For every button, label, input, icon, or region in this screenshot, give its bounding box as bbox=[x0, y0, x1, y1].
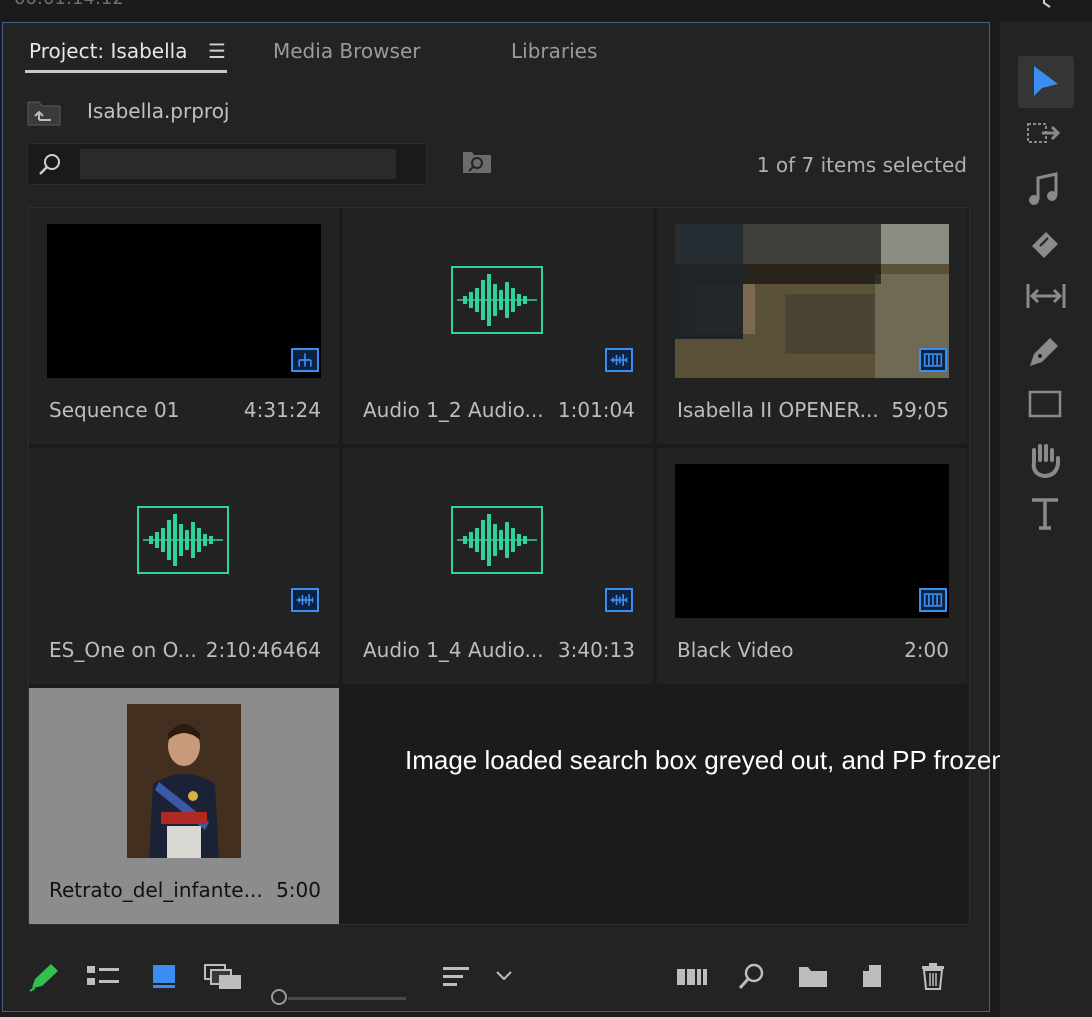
audio-badge-icon bbox=[605, 348, 633, 372]
item-name: Audio 1_2 Audio... bbox=[363, 398, 544, 422]
automate-to-sequence-icon[interactable] bbox=[675, 965, 709, 989]
type-tool[interactable] bbox=[1024, 494, 1068, 534]
item-duration: 5:00 bbox=[276, 878, 321, 902]
folder-up-icon[interactable] bbox=[27, 98, 61, 126]
timecode: 00:01:14:12 bbox=[14, 0, 124, 9]
waveform-icon bbox=[137, 506, 229, 574]
media-item-audio[interactable]: Audio 1_4 Audio... 3:40:13 bbox=[343, 448, 653, 684]
slip-tool[interactable] bbox=[1024, 278, 1068, 318]
search-icon bbox=[39, 154, 60, 175]
sort-icon[interactable] bbox=[441, 963, 471, 991]
top-strip: 00:01:14:12 bbox=[0, 0, 1092, 14]
item-duration: 3:40:13 bbox=[557, 638, 635, 662]
item-name: Retrato_del_infante... bbox=[49, 878, 263, 902]
video-badge-icon bbox=[919, 348, 947, 372]
waveform-icon bbox=[451, 266, 543, 334]
tab-media-browser[interactable]: Media Browser bbox=[273, 39, 420, 63]
selection-count: 1 of 7 items selected bbox=[756, 153, 967, 177]
media-item-sequence[interactable]: Sequence 01 4:31:24 bbox=[29, 208, 339, 444]
razor-tool[interactable] bbox=[1024, 224, 1068, 264]
icon-view-icon[interactable] bbox=[151, 963, 177, 989]
pencil-icon[interactable] bbox=[27, 961, 61, 993]
thumbnail bbox=[47, 224, 321, 378]
audio-badge-icon bbox=[291, 588, 319, 612]
item-duration: 2:00 bbox=[904, 638, 949, 662]
item-name: ES_One on O... bbox=[49, 638, 197, 662]
project-panel: Project: Isabella ☰ Media Browser Librar… bbox=[2, 22, 990, 1012]
freeform-view-icon[interactable] bbox=[203, 963, 243, 991]
item-duration: 59;05 bbox=[891, 398, 949, 422]
annotation-text: Image loaded search box greyed out, and … bbox=[405, 745, 1006, 775]
active-tab-underline bbox=[25, 70, 227, 73]
panel-menu-icon[interactable]: ☰ bbox=[208, 39, 226, 63]
trash-icon[interactable] bbox=[919, 961, 947, 991]
thumbnail bbox=[675, 464, 949, 618]
item-name: Sequence 01 bbox=[49, 398, 180, 422]
audio-badge-icon bbox=[605, 588, 633, 612]
media-item-audio[interactable]: ES_One on O... 2:10:46464 bbox=[29, 448, 339, 684]
sequence-badge-icon bbox=[291, 348, 319, 372]
item-duration: 1:01:04 bbox=[557, 398, 635, 422]
rectangle-tool[interactable] bbox=[1024, 386, 1068, 426]
zoom-slider-knob[interactable] bbox=[271, 989, 287, 1005]
media-item-video[interactable]: Isabella II OPENER... 59;05 bbox=[657, 208, 967, 444]
new-item-icon[interactable] bbox=[859, 961, 887, 989]
search-box bbox=[27, 143, 427, 185]
find-icon[interactable] bbox=[737, 961, 767, 991]
media-grid: Sequence 01 4:31:24 Audio 1_2 Audio... 1… bbox=[28, 207, 970, 925]
ripple-edit-tool[interactable] bbox=[1024, 170, 1068, 210]
video-badge-icon bbox=[919, 588, 947, 612]
new-bin-icon[interactable] bbox=[797, 963, 829, 989]
hand-tool[interactable] bbox=[1024, 440, 1068, 480]
media-item-audio[interactable]: Audio 1_2 Audio... 1:01:04 bbox=[343, 208, 653, 444]
media-item-image[interactable]: Retrato_del_infante... 5:00 bbox=[29, 688, 339, 924]
tab-libraries[interactable]: Libraries bbox=[511, 39, 597, 63]
item-name: Isabella II OPENER... bbox=[677, 398, 879, 422]
city-aerial-thumbnail bbox=[675, 224, 949, 378]
list-view-icon[interactable] bbox=[85, 963, 121, 989]
wrench-icon[interactable] bbox=[1036, 0, 1052, 13]
chevron-down-icon[interactable] bbox=[495, 969, 513, 983]
search-input[interactable] bbox=[80, 149, 396, 179]
track-select-tool[interactable] bbox=[1024, 118, 1068, 158]
media-item-video[interactable]: Black Video 2:00 bbox=[657, 448, 967, 684]
tab-project[interactable]: Project: Isabella bbox=[29, 39, 187, 63]
pen-tool[interactable] bbox=[1024, 332, 1068, 372]
item-name: Audio 1_4 Audio... bbox=[363, 638, 544, 662]
selection-tool[interactable] bbox=[1018, 56, 1074, 108]
project-filename: Isabella.prproj bbox=[87, 99, 230, 123]
find-in-bin-icon[interactable] bbox=[461, 149, 493, 175]
waveform-icon bbox=[451, 506, 543, 574]
item-duration: 2:10:46464 bbox=[205, 638, 321, 662]
zoom-slider-track[interactable] bbox=[288, 997, 406, 1000]
tools-panel bbox=[1000, 22, 1092, 1017]
portrait-thumbnail bbox=[127, 704, 241, 858]
item-name: Black Video bbox=[677, 638, 794, 662]
item-duration: 4:31:24 bbox=[243, 398, 321, 422]
